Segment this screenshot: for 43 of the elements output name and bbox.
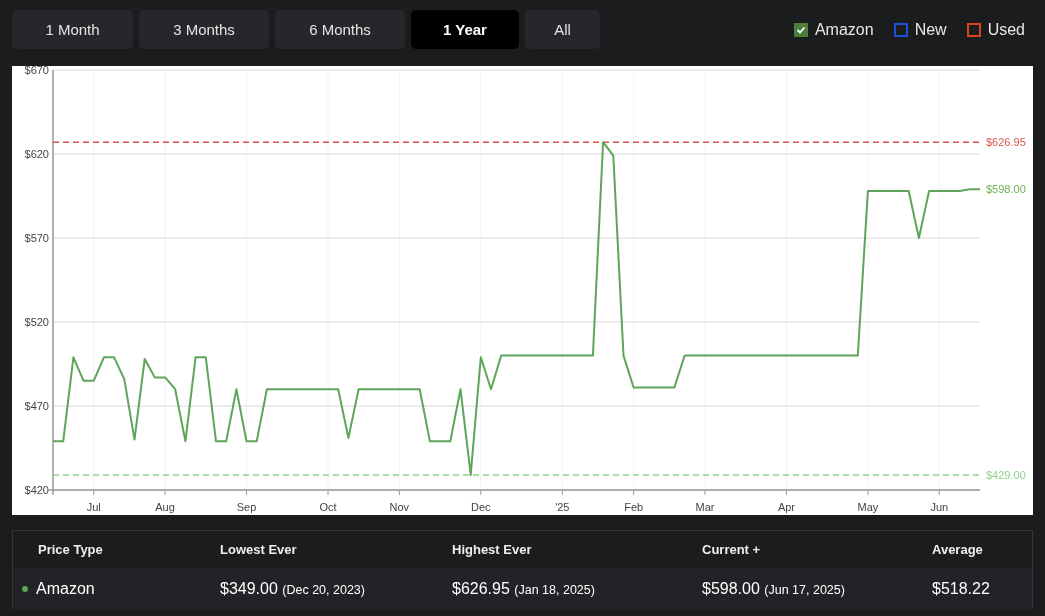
x-axis-label: Oct [319,501,337,513]
x-axis-label: Jul [86,501,101,513]
y-axis-label: $420 [24,484,49,496]
y-axis-label: $670 [24,66,49,76]
checkbox[interactable] [893,22,908,37]
price-value: $626.95 (Jan 18, 2025) [452,579,596,598]
x-axis-label: Aug [155,501,175,513]
column-header: Current + [702,542,762,557]
price-value: $598.00 (Jun 17, 2025) [702,579,846,598]
x-axis-label: Sep [236,501,257,513]
range-tab[interactable]: 1 Year [411,10,519,49]
x-axis-label: May [857,501,879,513]
price-label: $598.00 [986,183,1026,196]
y-axis-label: $620 [24,148,49,160]
x-axis-label: Apr [777,501,795,513]
x-axis-label: Mar [695,501,715,513]
x-axis-label: Dec [471,501,491,513]
price-type: Amazon [36,579,95,598]
range-tab[interactable]: 6 Months [275,10,405,49]
y-axis-label: $520 [24,316,49,328]
column-header: Highest Ever [452,542,533,557]
range-tab[interactable]: 1 Month [12,10,133,49]
range-tab[interactable]: 3 Months [139,10,269,49]
x-axis-label: Feb [624,501,644,513]
checkbox[interactable] [966,22,981,37]
legend-label: Used [987,20,1025,39]
column-header: Average [932,542,984,557]
checked-checkbox[interactable] [793,22,808,37]
check-icon [795,24,806,35]
x-axis-label: Nov [389,501,410,513]
y-axis-label: $470 [24,400,49,412]
price-label: $429.00 [986,468,1026,481]
column-header: Lowest Ever [220,542,298,557]
x-axis-label: '25 [555,501,570,513]
average-price: $518.22 [932,579,991,598]
legend-label: Amazon [814,20,874,39]
price-value: $349.00 (Dec 20, 2023) [220,579,366,598]
price-label: $626.95 [986,136,1026,149]
legend-label: New [914,20,947,39]
x-axis-label: Jun [930,501,949,513]
column-header: Price Type [38,542,104,557]
range-tab[interactable]: All [525,10,600,49]
y-axis-label: $570 [24,232,49,244]
